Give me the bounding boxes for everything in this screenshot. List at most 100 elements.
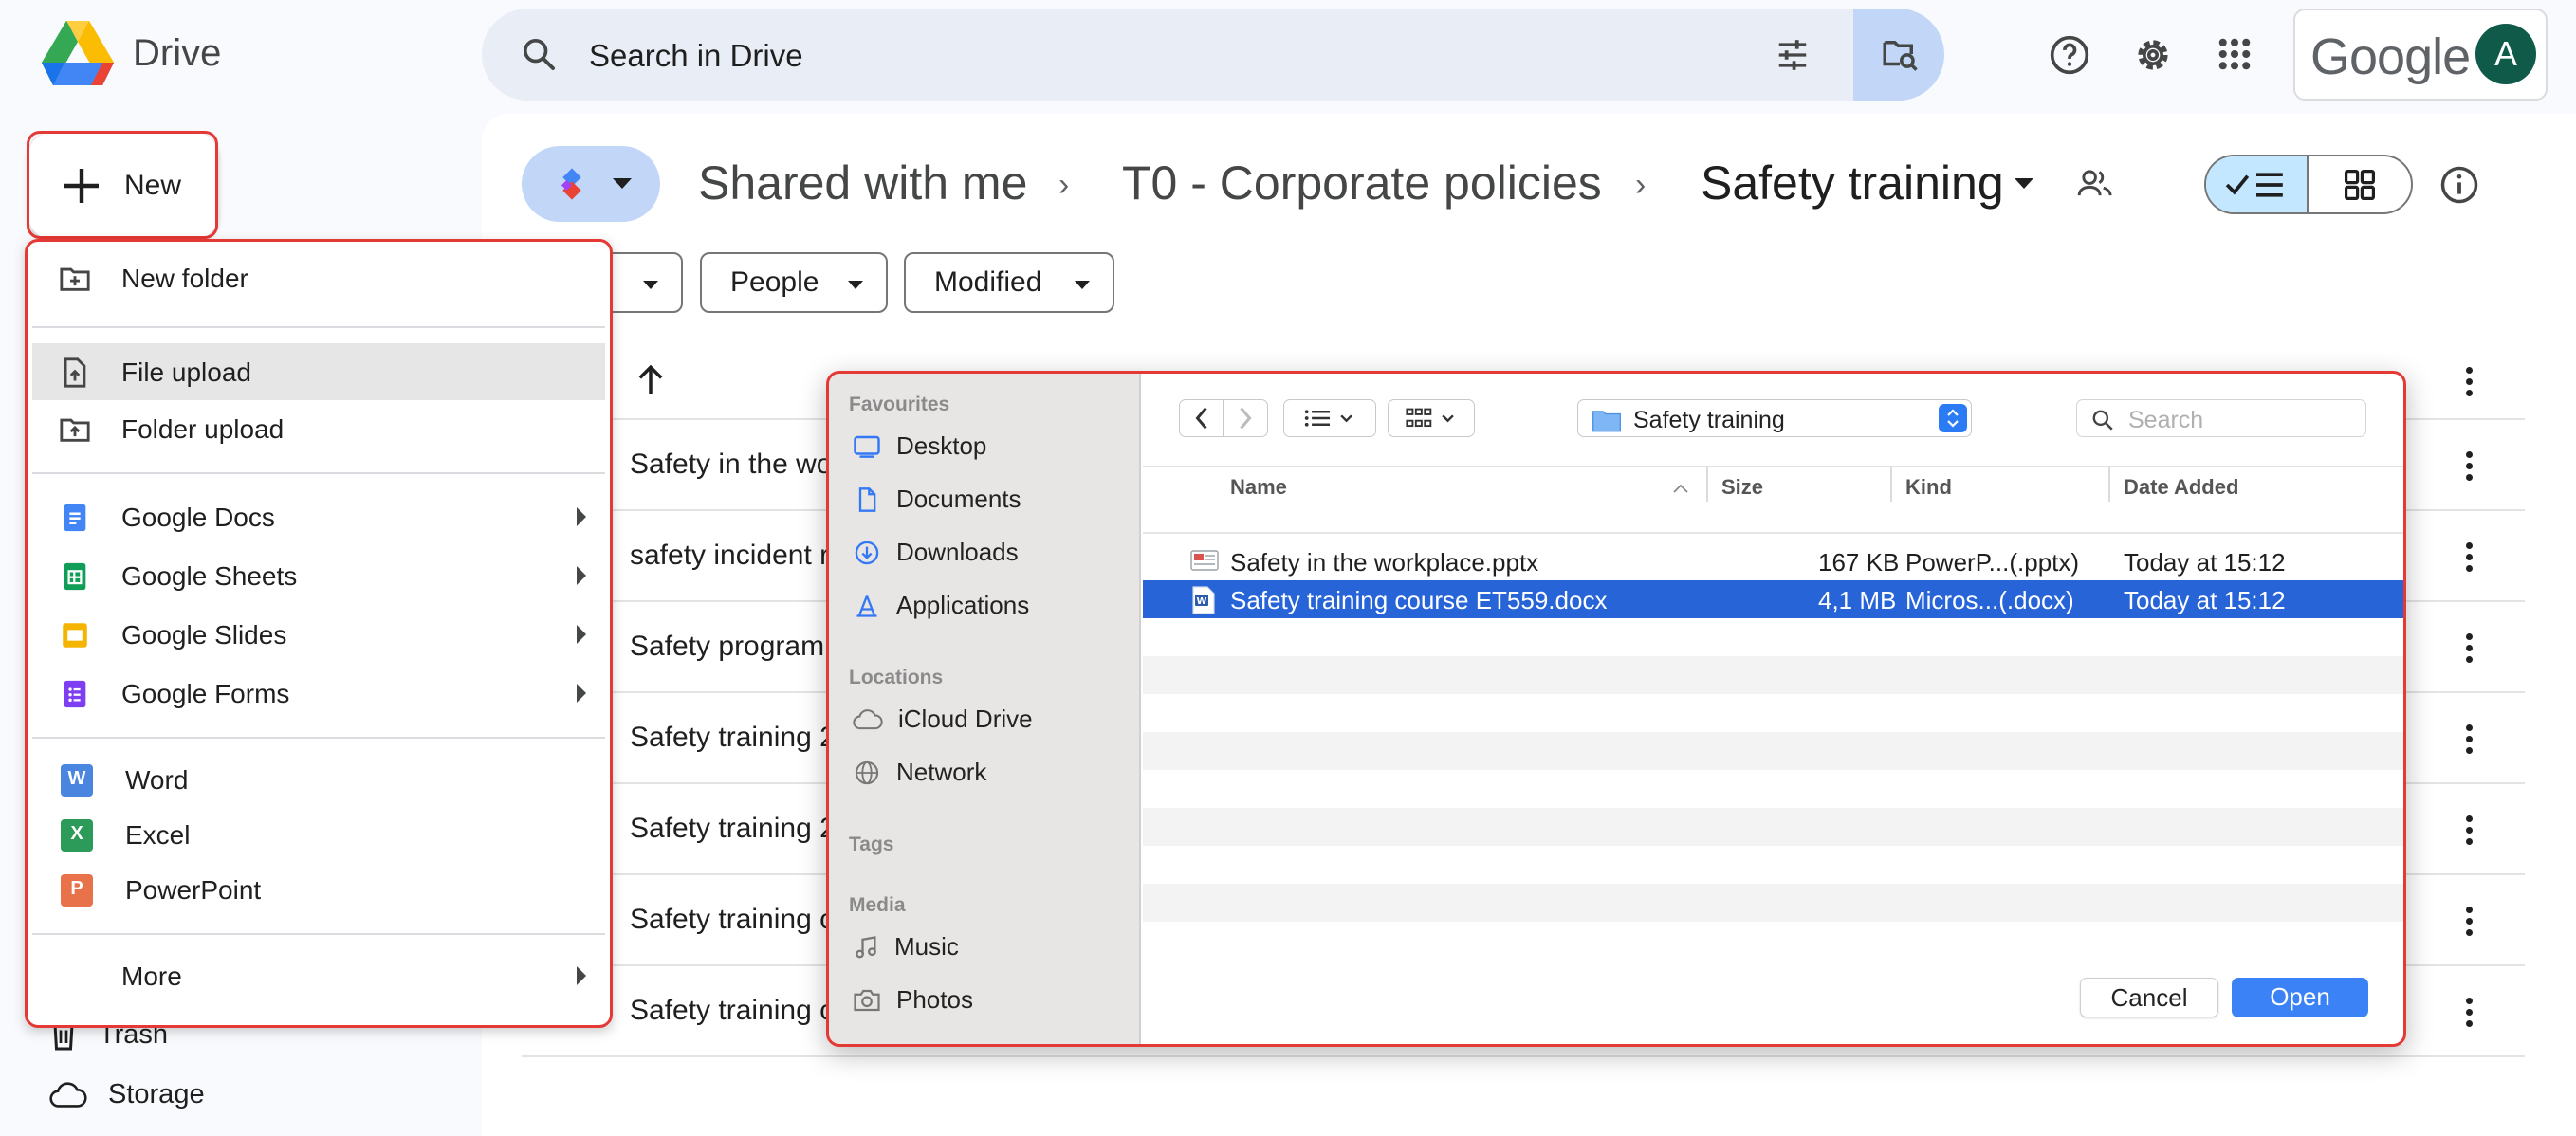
shared-people-icon[interactable] <box>2077 167 2113 199</box>
list-view-menu[interactable] <box>1283 399 1376 437</box>
new-menu: New folder File upload Folder upload Goo… <box>27 241 611 1026</box>
drive-logo[interactable]: Drive <box>42 21 221 85</box>
help-icon[interactable] <box>2049 34 2090 76</box>
menu-item-more[interactable]: More <box>32 947 605 1004</box>
dialog-file-row-selected[interactable]: W Safety training course ET559.docx 4,1 … <box>1143 580 2404 618</box>
menu-item-powerpoint[interactable]: P PowerPoint <box>32 861 605 918</box>
folder-search-button[interactable] <box>1853 9 1944 101</box>
search-input[interactable]: Search in Drive <box>589 38 803 74</box>
search-icon[interactable] <box>520 35 558 73</box>
breadcrumb-corporate-policies[interactable]: T0 - Corporate policies <box>1122 156 1602 211</box>
back-button[interactable] <box>1179 399 1224 437</box>
column-header-name[interactable]: Name <box>1230 475 1287 500</box>
column-header-size[interactable]: Size <box>1721 475 1763 500</box>
drive-logo-icon <box>42 21 114 85</box>
search-icon <box>2092 410 2113 431</box>
dialog-file-name: Safety in the workplace.pptx <box>1230 548 1539 577</box>
menu-item-google-docs[interactable]: Google Docs <box>32 488 605 545</box>
more-actions-icon[interactable] <box>2466 542 2474 577</box>
column-header-kind[interactable]: Kind <box>1905 475 1952 500</box>
table-end-divider <box>522 1055 2525 1057</box>
more-actions-icon[interactable] <box>2466 451 2474 486</box>
folder-icon <box>1592 411 1621 432</box>
app-name: Drive <box>133 31 222 74</box>
dialog-sidebar-item-music[interactable]: Music <box>853 932 959 962</box>
grid-view-icon <box>2345 169 2375 200</box>
dialog-sidebar-label: Desktop <box>896 431 987 460</box>
submenu-arrow-icon <box>577 966 586 985</box>
chevron-right-icon <box>1240 407 1252 430</box>
column-options-icon[interactable] <box>2466 367 2474 401</box>
icon-grid-icon <box>1406 408 1454 428</box>
dialog-file-size: 4,1 MB <box>1818 586 1897 614</box>
folder-path-popup[interactable]: Safety training <box>1577 399 1972 437</box>
menu-item-excel[interactable]: X Excel <box>32 806 605 863</box>
avatar[interactable]: A <box>2475 24 2536 84</box>
shared-drive-chip[interactable] <box>522 146 660 222</box>
more-actions-icon[interactable] <box>2466 907 2474 941</box>
submenu-arrow-icon <box>577 625 586 644</box>
forward-button[interactable] <box>1223 399 1268 437</box>
menu-item-google-sheets[interactable]: Google Sheets <box>32 547 605 604</box>
folder-search-icon <box>1883 41 1918 71</box>
open-button[interactable]: Open <box>2232 978 2368 1017</box>
dialog-file-row[interactable]: Safety in the workplace.pptx 167 KB Powe… <box>1143 542 2404 580</box>
menu-item-google-forms[interactable]: Google Forms <box>32 665 605 722</box>
menu-item-label: Google Slides <box>121 620 287 650</box>
downloads-icon <box>855 541 879 564</box>
google-wordmark: Google <box>2310 28 2471 85</box>
plus-icon <box>64 169 99 203</box>
cancel-button[interactable]: Cancel <box>2080 978 2218 1017</box>
search-bar[interactable]: Search in Drive <box>482 9 1944 101</box>
view-toggle[interactable] <box>2204 155 2413 214</box>
dialog-sidebar-item-network[interactable]: Network <box>853 758 986 787</box>
list-view-button[interactable] <box>2206 156 2309 212</box>
desktop-icon <box>854 435 880 458</box>
column-header-date[interactable]: Date Added <box>2124 475 2238 500</box>
settings-icon[interactable] <box>2132 34 2174 76</box>
apps-grid-icon[interactable] <box>2215 34 2254 74</box>
more-actions-icon[interactable] <box>2466 633 2474 668</box>
dialog-sidebar-item-desktop[interactable]: Desktop <box>853 431 986 461</box>
group-view-menu[interactable] <box>1388 399 1475 437</box>
sort-ascending-icon[interactable] <box>1672 483 1689 494</box>
chevron-down-icon[interactable] <box>2015 178 2033 189</box>
breadcrumb-shared-with-me[interactable]: Shared with me <box>698 156 1027 211</box>
menu-item-file-upload[interactable]: File upload <box>32 343 605 400</box>
breadcrumb-current-folder[interactable]: Safety training <box>1701 156 2004 211</box>
more-actions-icon[interactable] <box>2466 815 2474 850</box>
sort-ascending-icon[interactable] <box>635 362 666 396</box>
new-button[interactable]: New <box>28 133 218 239</box>
empty-row <box>1143 656 2404 694</box>
more-actions-icon[interactable] <box>2466 998 2474 1032</box>
dialog-sidebar-item-applications[interactable]: Applications <box>853 591 1029 620</box>
menu-divider <box>32 737 605 739</box>
modified-filter[interactable]: Modified <box>904 252 1114 313</box>
google-forms-icon <box>64 680 86 708</box>
people-filter[interactable]: People <box>700 252 888 313</box>
menu-item-label: Excel <box>125 820 191 850</box>
menu-item-label: Google Sheets <box>121 561 298 591</box>
dialog-sidebar-item-icloud[interactable]: iCloud Drive <box>853 705 1033 734</box>
menu-item-google-slides[interactable]: Google Slides <box>32 606 605 663</box>
dialog-sidebar-item-downloads[interactable]: Downloads <box>853 538 1019 567</box>
dialog-search-field[interactable]: Search <box>2076 399 2366 437</box>
empty-row <box>1143 732 2404 770</box>
file-name: Safety training 2 <box>630 813 836 844</box>
more-actions-icon[interactable] <box>2466 724 2474 759</box>
dialog-sidebar-item-photos[interactable]: Photos <box>853 985 973 1015</box>
dialog-sidebar-label: Downloads <box>896 538 1019 566</box>
document-icon <box>858 486 876 512</box>
info-icon[interactable] <box>2439 165 2479 205</box>
menu-item-word[interactable]: W Word <box>32 751 605 808</box>
account-switcher[interactable]: Google A <box>2293 9 2548 101</box>
menu-item-new-folder[interactable]: New folder <box>32 249 605 306</box>
sidebar-item-storage[interactable]: Storage <box>49 1079 205 1110</box>
dialog-sidebar: Favourites Desktop Documents Downloads A… <box>828 373 1141 1045</box>
grid-view-button[interactable] <box>2309 156 2411 212</box>
dialog-sidebar-item-documents[interactable]: Documents <box>853 485 1021 514</box>
new-button-label: New <box>124 170 182 201</box>
search-options-icon[interactable] <box>1774 37 1812 73</box>
list-view-icon <box>1304 410 1352 427</box>
menu-item-folder-upload[interactable]: Folder upload <box>32 400 605 457</box>
